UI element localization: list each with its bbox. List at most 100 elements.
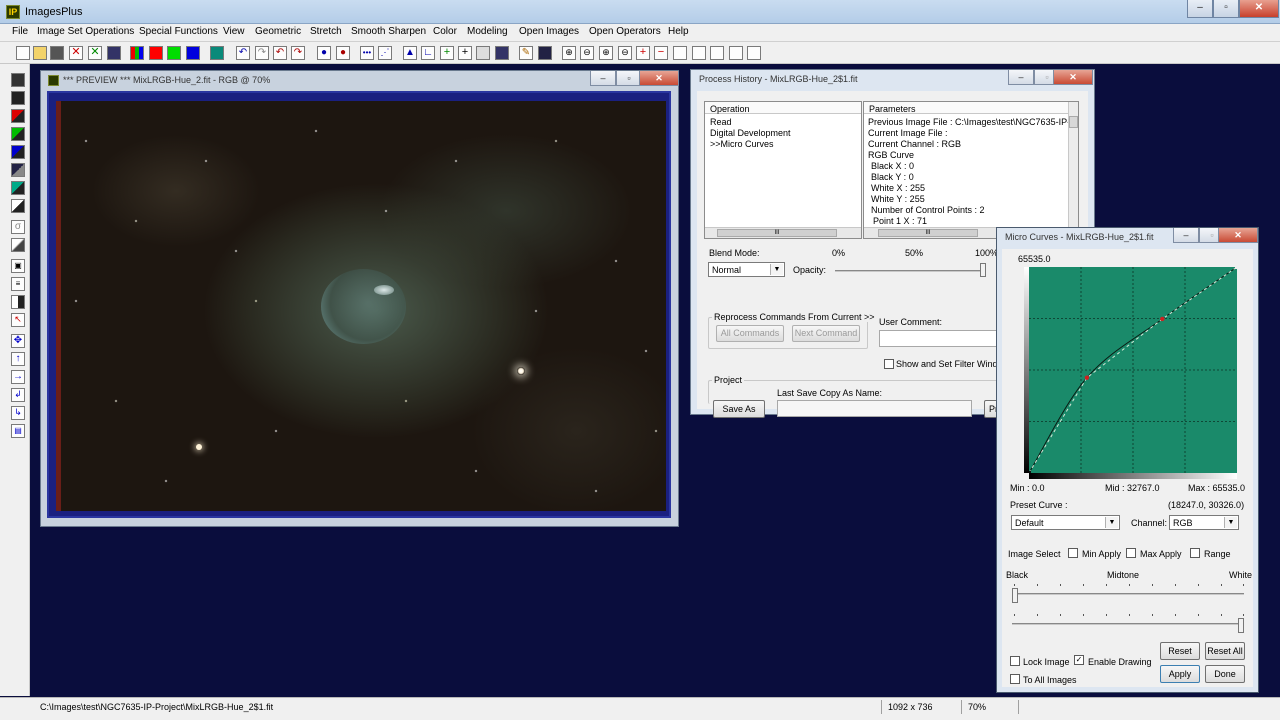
operation-column-header[interactable]: Operation <box>705 102 861 114</box>
minimize-button[interactable]: ‒ <box>1187 0 1213 18</box>
selection-icon[interactable]: ● <box>336 46 350 60</box>
curve-graph[interactable] <box>1029 267 1237 473</box>
red-channel-icon[interactable] <box>149 46 163 60</box>
opacity-slider-thumb[interactable] <box>980 263 986 277</box>
channel-split-icon[interactable] <box>11 163 25 177</box>
scroll-thumb[interactable] <box>1069 116 1078 128</box>
operation-item-current[interactable]: >>Micro Curves <box>710 139 774 149</box>
menu-special-functions[interactable]: Special Functions <box>139 26 218 37</box>
crosshair-add-icon[interactable]: + <box>440 46 454 60</box>
menu-help[interactable]: Help <box>668 26 689 37</box>
lock-image-checkbox[interactable] <box>1010 656 1020 666</box>
levels-icon[interactable]: ≡ <box>11 277 25 291</box>
maximize-button[interactable]: ▫ <box>1213 0 1239 18</box>
shrink-icon[interactable]: − <box>654 46 668 60</box>
black-icon[interactable] <box>11 91 25 105</box>
frame-icon[interactable]: ▣ <box>11 259 25 273</box>
open-folder-icon[interactable] <box>33 46 47 60</box>
curve-control-point[interactable] <box>1160 316 1165 322</box>
history-close-button[interactable]: ✕ <box>1053 70 1093 85</box>
white-point-thumb[interactable] <box>1238 618 1244 633</box>
operations-hscrollbar[interactable]: III <box>705 227 861 238</box>
luminance-icon[interactable] <box>210 46 224 60</box>
blue-black-icon[interactable] <box>11 145 25 159</box>
sigma-icon[interactable]: σ <box>11 220 25 234</box>
range-checkbox[interactable] <box>1190 548 1200 558</box>
calculator-icon[interactable] <box>538 46 552 60</box>
opacity-slider[interactable] <box>835 263 986 279</box>
operation-item[interactable]: Digital Development <box>710 128 791 138</box>
history-minimize-button[interactable]: ‒ <box>1008 70 1034 85</box>
menu-image-set-operations[interactable]: Image Set Operations <box>37 26 134 37</box>
zoom-actual-icon[interactable]: ⊖ <box>618 46 632 60</box>
zoom-in-icon[interactable]: ⊕ <box>562 46 576 60</box>
undo-all-icon[interactable]: ↶ <box>273 46 287 60</box>
redo-icon[interactable]: ↷ <box>255 46 269 60</box>
window-layout-3-icon[interactable] <box>710 46 724 60</box>
grid-disabled-icon[interactable] <box>476 46 490 60</box>
menu-view[interactable]: View <box>223 26 245 37</box>
next-command-button[interactable]: Next Command <box>792 325 860 342</box>
to-all-images-checkbox[interactable] <box>1010 674 1020 684</box>
zoom-fit-icon[interactable]: ⊕ <box>599 46 613 60</box>
curve-control-point[interactable] <box>1235 267 1237 269</box>
window-layout-5-icon[interactable] <box>747 46 761 60</box>
green-black-icon[interactable] <box>11 127 25 141</box>
done-button[interactable]: Done <box>1205 665 1245 683</box>
tree-icon[interactable]: ⋰ <box>378 46 392 60</box>
parameters-vscrollbar[interactable] <box>1068 102 1078 227</box>
min-apply-checkbox[interactable] <box>1068 548 1078 558</box>
arrow-right-icon[interactable]: → <box>11 370 25 384</box>
save-icon[interactable] <box>11 73 25 87</box>
curves-minimize-button[interactable]: ‒ <box>1173 228 1199 243</box>
close-image-icon[interactable]: ✕ <box>69 46 83 60</box>
menu-geometric[interactable]: Geometric <box>255 26 301 37</box>
expand-icon[interactable]: + <box>636 46 650 60</box>
curve-graph-icon[interactable]: ∟ <box>421 46 435 60</box>
channel-select[interactable]: RGB ▼ <box>1169 515 1239 530</box>
undo-icon[interactable]: ↶ <box>236 46 250 60</box>
save-disk-icon[interactable] <box>50 46 64 60</box>
menu-color[interactable]: Color <box>433 26 457 37</box>
red-black-icon[interactable] <box>11 109 25 123</box>
reset-button[interactable]: Reset <box>1160 642 1200 660</box>
parameters-list[interactable]: Parameters Previous Image File : C:\Imag… <box>863 101 1079 239</box>
window-layout-2-icon[interactable] <box>692 46 706 60</box>
info-icon[interactable]: ▤ <box>11 424 25 438</box>
move-icon[interactable]: ✥ <box>11 334 25 348</box>
menu-modeling[interactable]: Modeling <box>467 26 508 37</box>
curve-control-point[interactable] <box>1084 375 1090 380</box>
gradient-icon[interactable] <box>11 238 25 252</box>
redo-all-icon[interactable]: ↷ <box>291 46 305 60</box>
rotate-left-icon[interactable]: ↲ <box>11 388 25 402</box>
scroll-thumb[interactable]: III <box>717 229 837 237</box>
rgb-channels-icon[interactable] <box>130 46 144 60</box>
all-commands-button[interactable]: All Commands <box>716 325 784 342</box>
rotate-right-icon[interactable]: ↳ <box>11 406 25 420</box>
max-apply-checkbox[interactable] <box>1126 548 1136 558</box>
menu-stretch[interactable]: Stretch <box>310 26 342 37</box>
user-comment-input[interactable] <box>879 330 999 347</box>
parameters-column-header[interactable]: Parameters <box>864 102 1068 114</box>
arrow-up-icon[interactable]: ↑ <box>11 352 25 366</box>
scroll-thumb[interactable]: III <box>878 229 978 237</box>
pointer-icon[interactable]: ↖ <box>11 313 25 327</box>
blend-mode-select[interactable]: Normal ▼ <box>708 262 785 277</box>
menu-smooth-sharpen[interactable]: Smooth Sharpen <box>351 26 426 37</box>
save-as-button[interactable]: Save As <box>713 400 765 418</box>
new-file-icon[interactable] <box>16 46 30 60</box>
print-icon[interactable] <box>107 46 121 60</box>
crosshair-icon[interactable]: + <box>458 46 472 60</box>
menu-file[interactable]: File <box>12 26 28 37</box>
dots-icon[interactable]: ••• <box>360 46 374 60</box>
operation-item[interactable]: Read <box>710 117 732 127</box>
white-black-icon[interactable] <box>11 199 25 213</box>
green-channel-icon[interactable] <box>167 46 181 60</box>
preview-minimize-button[interactable]: ‒ <box>590 71 616 86</box>
apply-button[interactable]: Apply <box>1160 665 1200 683</box>
operations-list[interactable]: Operation Read Digital Development >>Mic… <box>704 101 862 239</box>
menu-open-operators[interactable]: Open Operators <box>589 26 661 37</box>
preset-curve-select[interactable]: Default ▼ <box>1011 515 1120 530</box>
reset-all-button[interactable]: Reset All <box>1205 642 1245 660</box>
half-icon[interactable] <box>11 295 25 309</box>
